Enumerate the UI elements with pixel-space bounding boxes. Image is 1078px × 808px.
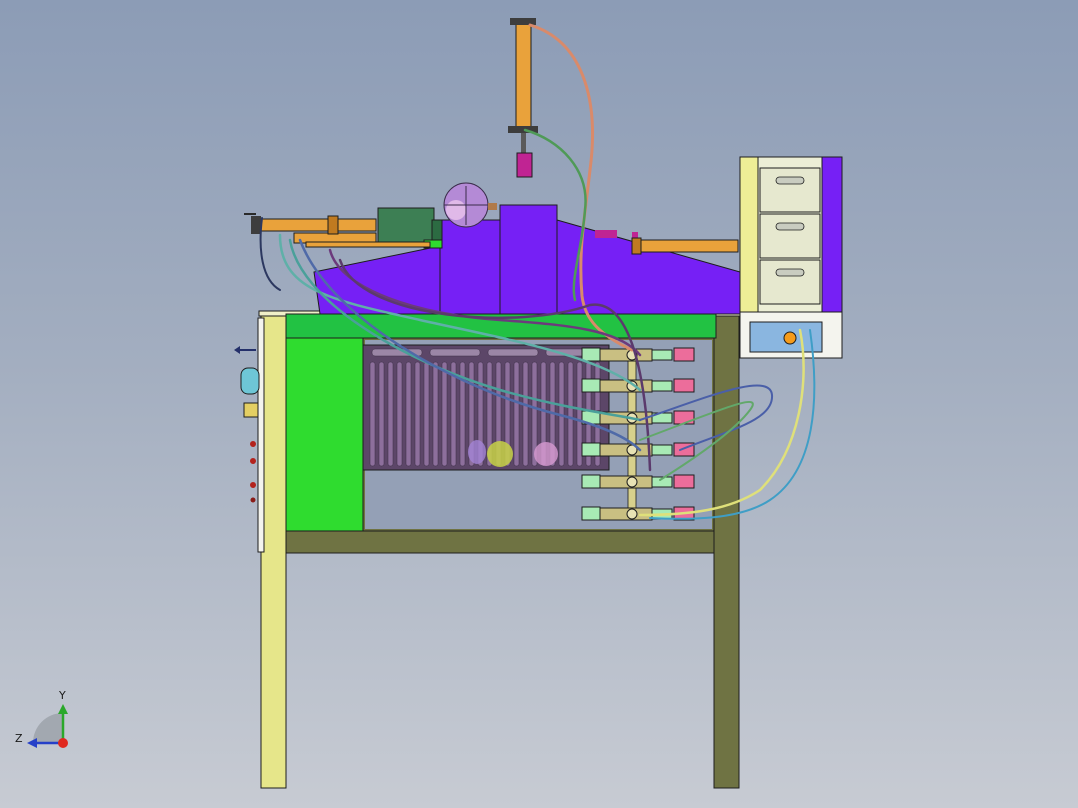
x-axis-dot [58, 738, 68, 748]
grille-slot [405, 361, 412, 467]
valve-row[interactable] [581, 378, 695, 393]
gauge[interactable] [240, 367, 260, 395]
drawer-handle[interactable] [775, 176, 805, 185]
axis-triad[interactable]: Y Z [15, 689, 68, 748]
indicator-light-3[interactable] [250, 482, 256, 488]
hood-accent [595, 230, 617, 238]
drawer-cabinet[interactable] [739, 156, 843, 359]
ram-cap[interactable] [516, 152, 533, 178]
valve-fitting-right[interactable] [651, 380, 673, 392]
hood-tower[interactable] [499, 204, 558, 315]
grille-slot [432, 361, 439, 467]
cabinet-side-panel[interactable] [821, 156, 843, 313]
valve-fitting-left[interactable] [581, 506, 601, 521]
indicator-light-4[interactable] [250, 497, 256, 503]
solenoid[interactable] [673, 474, 695, 489]
cylinder-collar [327, 215, 339, 235]
hood-right-slope[interactable] [556, 219, 741, 315]
drawer[interactable] [759, 213, 821, 259]
valve-fitting-right[interactable] [651, 349, 673, 361]
valve-port[interactable] [626, 476, 638, 488]
drum-pink [534, 442, 558, 466]
solenoid[interactable] [673, 410, 695, 425]
valve-fitting-right[interactable] [651, 444, 673, 456]
grille-slot [396, 361, 403, 467]
valve-fitting-left[interactable] [581, 442, 601, 457]
indicator-light-2[interactable] [250, 458, 256, 464]
grille-slot [576, 361, 583, 467]
valve-body[interactable] [599, 348, 653, 362]
valve-port[interactable] [626, 508, 638, 520]
drawer[interactable] [759, 259, 821, 305]
valve-body[interactable] [599, 443, 653, 457]
grille-slot [441, 361, 448, 467]
drum-green [487, 441, 513, 467]
gauge-base [243, 402, 259, 418]
enclosure-side-panel[interactable] [285, 337, 364, 532]
valve-fitting-left[interactable] [581, 474, 601, 489]
cylinder-endcap-left [251, 216, 261, 234]
cylinder-rod[interactable] [305, 241, 431, 248]
y-axis-label: Y [58, 689, 66, 702]
drawer[interactable] [759, 167, 821, 213]
frame-crossbar[interactable] [285, 530, 715, 554]
sphere-highlight [446, 200, 466, 220]
cad-viewport[interactable]: Y Z [0, 0, 1078, 808]
grille-top-slot [429, 348, 481, 357]
valve-manifold-spine [627, 354, 637, 516]
triad-arc [33, 713, 63, 743]
grille-slot [378, 361, 385, 467]
frame-leg-right[interactable] [713, 313, 740, 789]
cad-assembly-view[interactable]: Y Z [0, 0, 1078, 808]
valve-row[interactable] [581, 474, 695, 489]
indicator-light-1[interactable] [250, 441, 256, 447]
cylinder-vertical-body[interactable] [515, 21, 532, 129]
drawers[interactable] [759, 167, 821, 305]
control-knobs[interactable] [234, 346, 260, 503]
grille-slot [387, 361, 394, 467]
valve-fitting-left[interactable] [581, 378, 601, 393]
grille-slot [423, 361, 430, 467]
frame-leg-left[interactable] [260, 313, 287, 789]
grille-slot [513, 361, 520, 467]
motor-mount [431, 219, 443, 241]
grille-slot [567, 361, 574, 467]
z-axis-arrow [27, 738, 37, 748]
grille-top-slot [487, 348, 539, 357]
cylinder-vertical-rod[interactable] [521, 133, 526, 153]
front-control-panel[interactable] [257, 317, 265, 553]
solenoid[interactable] [673, 378, 695, 393]
grille-slot [414, 361, 421, 467]
motor-body[interactable] [377, 207, 435, 245]
solenoid[interactable] [673, 347, 695, 362]
grille-slot [522, 361, 529, 467]
drum-purple [468, 440, 486, 464]
hood-center-block[interactable] [439, 219, 501, 315]
cylinder-right-mount [631, 237, 642, 255]
cylinder-upper[interactable] [257, 218, 377, 232]
drawer-handle[interactable] [775, 222, 805, 231]
grille-slot [369, 361, 376, 467]
cabinet-side[interactable] [739, 156, 759, 313]
sphere-fitting [488, 203, 497, 210]
y-axis-arrow [58, 704, 68, 714]
cylinder-vertical-top-cap [510, 18, 536, 25]
basin-fitting[interactable] [783, 331, 797, 345]
vertical-cylinder[interactable] [508, 18, 538, 178]
valve-fitting-left[interactable] [581, 347, 601, 362]
cylinder-right[interactable] [637, 239, 739, 253]
valve-body[interactable] [599, 475, 653, 489]
drawer-handle[interactable] [775, 268, 805, 277]
z-axis-label: Z [15, 732, 23, 745]
